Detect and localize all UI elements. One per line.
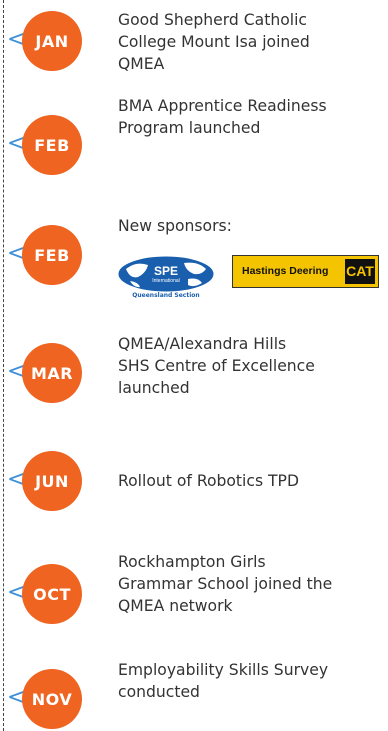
cat-logo: CAT: [345, 259, 375, 284]
month-badge: FEB: [22, 225, 82, 285]
spe-globe-icon: SPE International: [117, 255, 215, 293]
hastings-name: Hastings Deering: [242, 265, 329, 277]
month-badge: JAN: [22, 11, 82, 71]
month-badge: MAR: [22, 343, 82, 403]
month-badge: FEB: [22, 115, 82, 175]
month-badge: NOV: [22, 669, 82, 729]
timeline-dashed-line: [3, 0, 4, 731]
spe-caption: Queensland Section: [132, 292, 200, 299]
month-badge: JUN: [22, 451, 82, 511]
entry-text: QMEA/Alexandra Hills SHS Centre of Excel…: [118, 335, 315, 397]
hastings-deering-logo: Hastings Deering CAT: [232, 255, 379, 288]
entry-text: Rockhampton Girls Grammar School joined …: [118, 553, 333, 615]
month-badge: OCT: [22, 564, 82, 624]
entry-text: BMA Apprentice Readiness Program launche…: [118, 97, 327, 137]
svg-text:International: International: [152, 278, 180, 284]
entry-text: Good Shepherd Catholic College Mount Isa…: [118, 11, 310, 73]
entry-text: Rollout of Robotics TPD: [118, 472, 299, 490]
sponsor-logos: SPE International Queensland Section Has…: [116, 255, 384, 305]
entry-text: Employability Skills Survey conducted: [118, 661, 329, 701]
spe-logo: SPE International Queensland Section: [116, 255, 216, 305]
svg-text:SPE: SPE: [154, 264, 178, 278]
entry-text: New sponsors:: [118, 217, 232, 235]
